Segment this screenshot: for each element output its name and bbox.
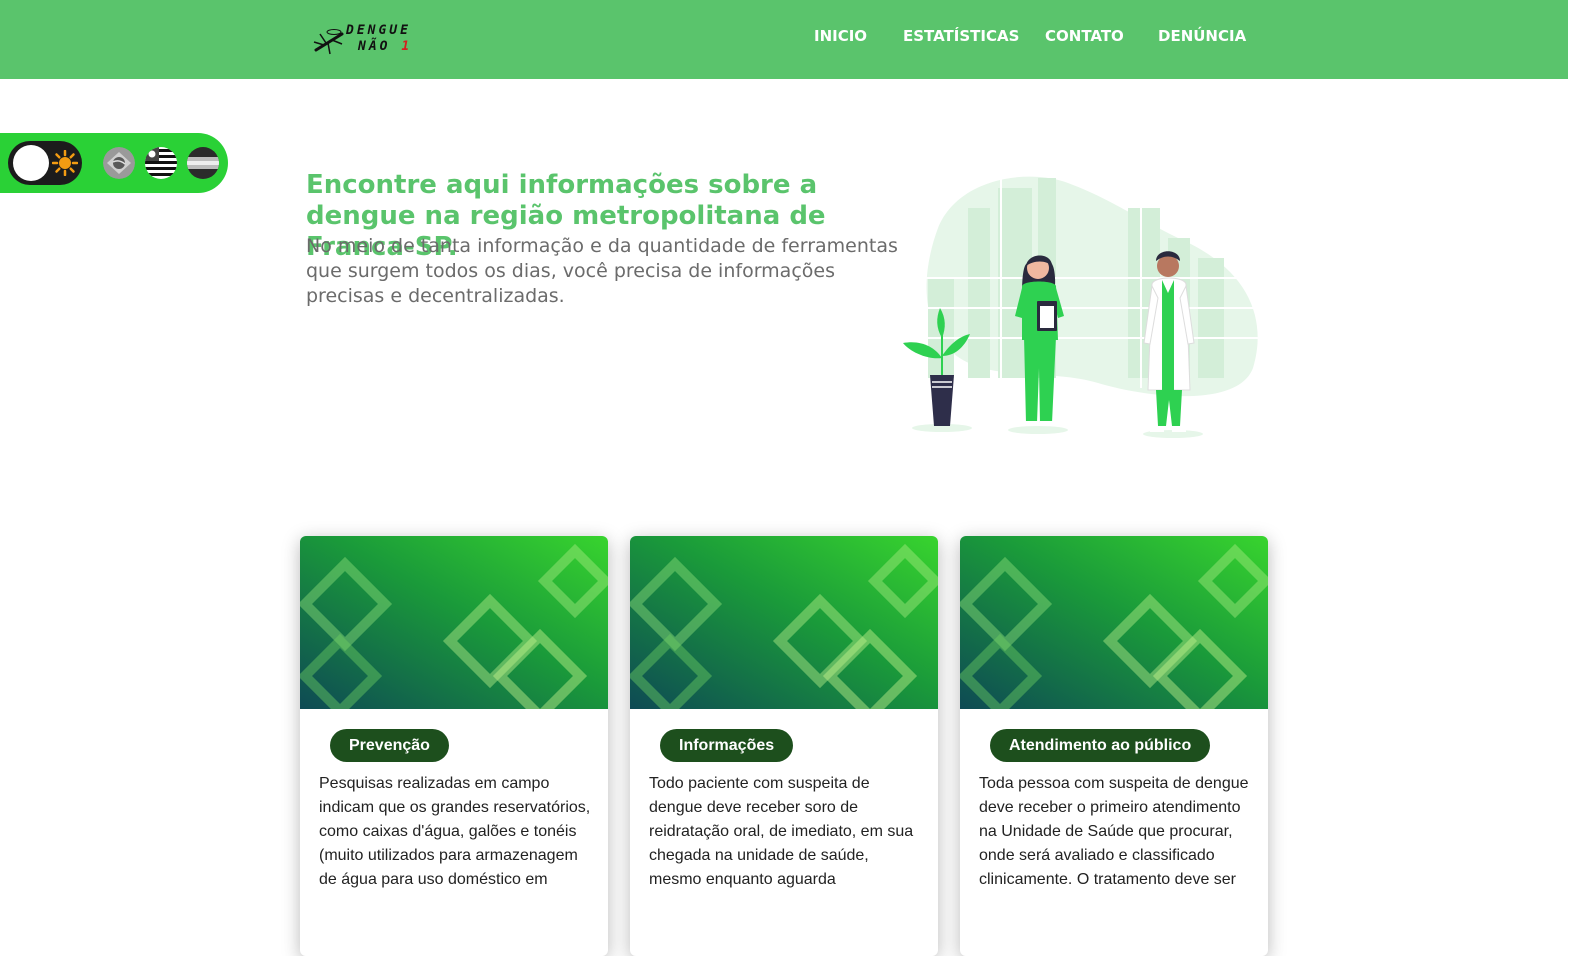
logo-mark: 1 [401, 39, 413, 54]
brazil-flag-icon[interactable] [103, 147, 135, 179]
site-logo[interactable]: DENGUE NÃO 1 [312, 20, 442, 60]
card-atendimento[interactable]: Atendimento ao público Toda pessoa com s… [960, 536, 1268, 956]
nav-link-estatisticas[interactable]: ESTATÍSTICAS [903, 27, 1019, 45]
hero-text: No meio de tanta informação e da quantid… [306, 235, 898, 307]
mosquito-icon [313, 29, 344, 55]
sao-paulo-flag-icon[interactable] [145, 147, 177, 179]
card-text: Pesquisas realizadas em campo indicam qu… [319, 775, 591, 888]
nav-link-denuncia[interactable]: DENÚNCIA [1158, 27, 1246, 45]
logo-text-line1: DENGUE [346, 23, 411, 38]
nav-link-inicio[interactable]: INICIO [814, 27, 867, 45]
card-text: Todo paciente com suspeita de dengue dev… [649, 775, 914, 888]
card-title: Atendimento ao público [990, 729, 1211, 762]
health-professionals-illustration [903, 173, 1258, 438]
franca-flag-icon[interactable] [187, 147, 219, 179]
nav-link-contato[interactable]: CONTATO [1045, 27, 1124, 45]
card-pattern-image [960, 536, 1268, 709]
card-pattern-image [630, 536, 938, 709]
sun-icon [52, 150, 78, 176]
card-pattern-image [300, 536, 608, 709]
card-prevencao[interactable]: Prevenção Pesquisas realizadas em campo … [300, 536, 608, 956]
toggle-knob [13, 145, 49, 181]
logo-text-line2: NÃO 1 [358, 39, 413, 54]
accessibility-bar [0, 133, 228, 193]
card-title: Prevenção [330, 729, 449, 762]
theme-toggle[interactable] [8, 141, 82, 185]
card-text: Toda pessoa com suspeita de dengue deve … [979, 775, 1249, 888]
card-title: Informações [660, 729, 794, 762]
top-navbar: DENGUE NÃO 1 INICIO ESTATÍSTICAS CONTATO… [0, 0, 1568, 79]
card-informacoes[interactable]: Informações Todo paciente com suspeita d… [630, 536, 938, 956]
